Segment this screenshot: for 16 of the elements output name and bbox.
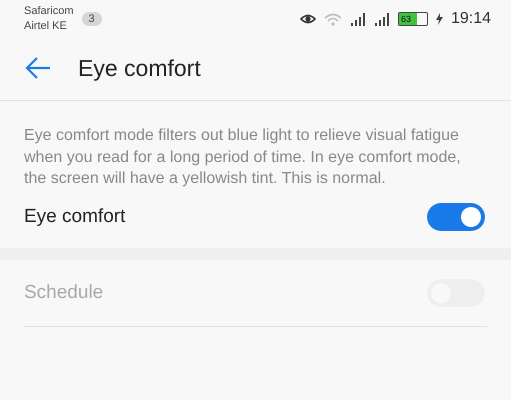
eye-icon [300,13,316,25]
signal-icon [374,12,390,26]
setting-label: Schedule [24,282,104,304]
clock: 19:14 [450,10,491,28]
wifi-icon [324,12,342,26]
description-text: Eye comfort mode filters out blue light to relieve visual fatigue when you read for a long period of time. In eye comfort mode, the screen will have a yellowish tint. This is normal. [24,126,462,189]
battery-indicator: 63 [398,12,428,26]
setting-label: Eye comfort [24,206,126,228]
back-button[interactable] [24,56,52,80]
carrier-name: Safaricom [24,4,74,19]
toggle-switch[interactable] [427,202,485,230]
carrier-name: Airtel KE [24,19,68,34]
notification-count: 3 [82,12,102,26]
charging-icon [436,13,443,25]
signal-icon [350,12,366,26]
page-title: Eye comfort [78,54,201,82]
